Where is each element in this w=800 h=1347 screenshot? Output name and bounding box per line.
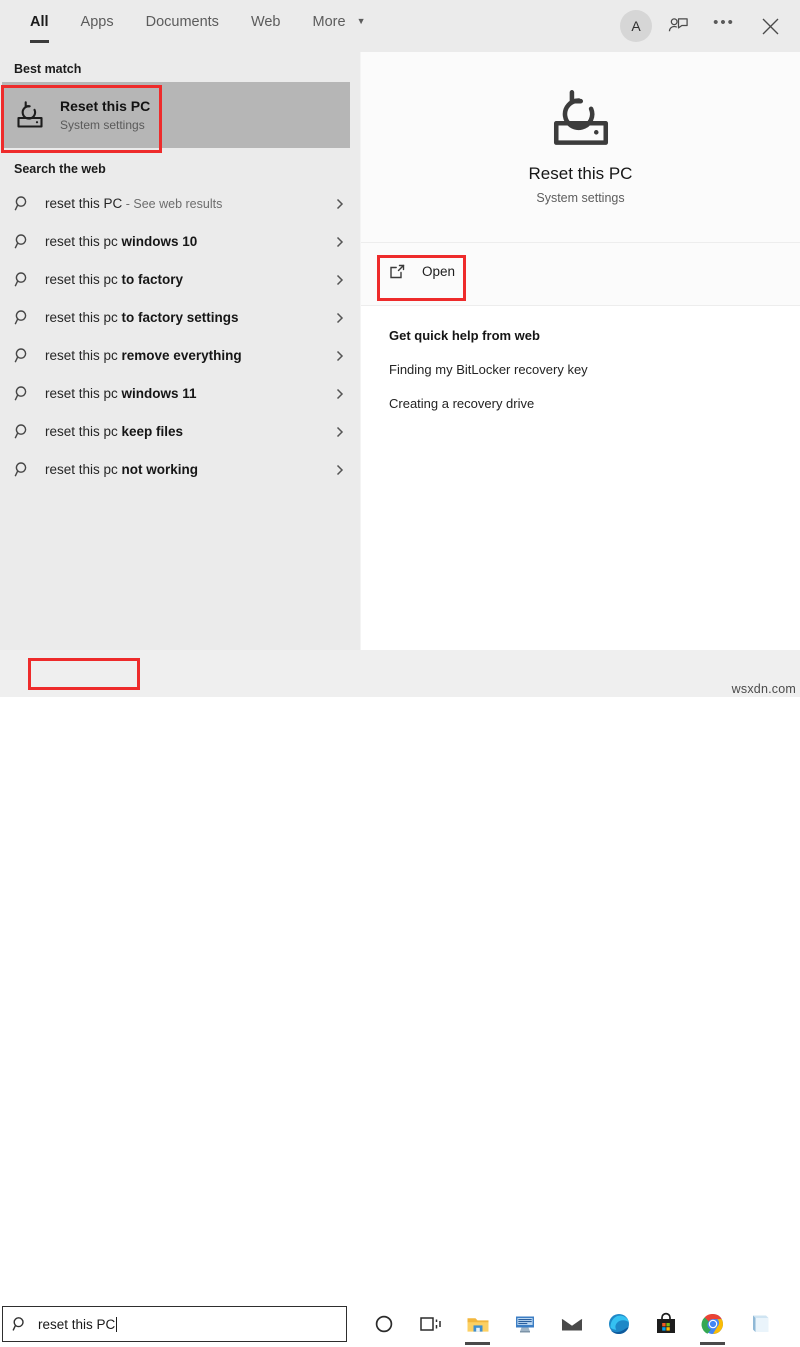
microsoft-store-icon[interactable]: [642, 1300, 689, 1347]
open-button-label: Open: [422, 264, 455, 279]
list-item[interactable]: reset this PC - See web results: [0, 184, 360, 222]
search-icon: [14, 271, 31, 288]
tab-apps[interactable]: Apps: [65, 0, 130, 30]
tab-all[interactable]: All: [14, 0, 65, 30]
file-explorer-icon[interactable]: [454, 1300, 501, 1347]
tab-all-label: All: [30, 14, 49, 30]
list-item[interactable]: reset this pc remove everything: [0, 336, 360, 374]
avatar-initial: A: [631, 18, 640, 34]
search-icon: [14, 385, 31, 402]
search-flyout: All Apps Documents Web More ▼ A: [0, 0, 800, 650]
list-item-label: reset this pc to factory settings: [45, 310, 326, 325]
tab-web-label: Web: [251, 14, 281, 30]
search-icon: [14, 195, 31, 212]
watermark: wsxdn.com: [732, 682, 796, 696]
search-tabs: All Apps Documents Web More ▼: [14, 0, 382, 52]
tab-documents-label: Documents: [146, 14, 219, 30]
search-header: All Apps Documents Web More ▼ A: [0, 0, 800, 52]
tab-web[interactable]: Web: [235, 0, 297, 30]
remote-desktop-icon[interactable]: [501, 1300, 548, 1347]
list-item-label: reset this pc remove everything: [45, 348, 326, 363]
search-icon: [14, 347, 31, 364]
preview-card: Reset this PC System settings: [361, 52, 800, 243]
windows-search-screen: All Apps Documents Web More ▼ A: [0, 0, 800, 697]
chevron-right-icon: [334, 273, 346, 285]
taskbar: reset this PC: [0, 650, 800, 697]
search-icon: [14, 233, 31, 250]
tab-apps-label: Apps: [81, 14, 114, 30]
chevron-right-icon: [334, 235, 346, 247]
chevron-right-icon: [334, 463, 346, 475]
best-match-heading: Best match: [0, 52, 360, 82]
list-item-label: reset this pc windows 10: [45, 234, 326, 249]
quick-help-title: Get quick help from web: [389, 328, 800, 343]
chevron-right-icon: [334, 197, 346, 209]
results-column: Best match Reset this PC System: [0, 52, 360, 650]
search-icon: [12, 1316, 28, 1332]
chevron-right-icon: [334, 349, 346, 361]
mail-icon[interactable]: [548, 1300, 595, 1347]
list-item[interactable]: reset this pc keep files: [0, 412, 360, 450]
text-cursor: [116, 1317, 117, 1332]
open-button[interactable]: Open: [377, 252, 467, 290]
feedback-person-icon[interactable]: [658, 6, 698, 46]
tab-more-label: More: [313, 14, 346, 30]
notebook-app-icon[interactable]: [736, 1300, 783, 1347]
close-icon[interactable]: [750, 6, 790, 46]
microsoft-edge-icon[interactable]: [595, 1300, 642, 1347]
taskbar-search-input[interactable]: reset this PC: [2, 1306, 347, 1342]
reset-pc-icon: [548, 89, 614, 149]
search-icon: [14, 461, 31, 478]
chevron-right-icon: [334, 425, 346, 437]
list-item-label: reset this pc not working: [45, 462, 326, 477]
quick-help-section: Get quick help from web Finding my BitLo…: [361, 306, 800, 411]
best-match-title: Reset this PC: [60, 97, 150, 115]
list-item[interactable]: reset this pc to factory: [0, 260, 360, 298]
list-item-label: reset this pc windows 11: [45, 386, 326, 401]
open-external-icon: [389, 263, 406, 280]
web-suggestions-list: reset this PC - See web results reset th…: [0, 184, 360, 488]
preview-actions: Open: [361, 243, 800, 306]
list-item-label: reset this PC - See web results: [45, 196, 326, 211]
chevron-right-icon: [334, 387, 346, 399]
list-item[interactable]: reset this pc windows 11: [0, 374, 360, 412]
list-item[interactable]: reset this pc not working: [0, 450, 360, 488]
list-item-label: reset this pc to factory: [45, 272, 326, 287]
best-match-row[interactable]: Reset this PC System settings: [0, 82, 360, 148]
search-icon: [14, 423, 31, 440]
taskbar-search-value: reset this PC: [38, 1317, 117, 1332]
avatar[interactable]: A: [620, 10, 652, 42]
ellipsis-icon[interactable]: •••: [704, 6, 744, 46]
chevron-down-icon: ▼: [357, 16, 366, 26]
list-item[interactable]: reset this pc windows 10: [0, 222, 360, 260]
header-actions: A •••: [620, 0, 790, 52]
search-web-heading: Search the web: [0, 148, 360, 182]
cortana-icon[interactable]: [360, 1300, 407, 1347]
quick-help-link[interactable]: Creating a recovery drive: [389, 396, 534, 411]
task-view-icon[interactable]: [407, 1300, 454, 1347]
tab-documents[interactable]: Documents: [130, 0, 235, 30]
reset-pc-icon: [14, 99, 46, 131]
preview-column: Reset this PC System settings Open: [361, 52, 800, 650]
taskbar-items: [360, 1300, 800, 1347]
best-match-subtitle: System settings: [60, 117, 150, 134]
chevron-right-icon: [334, 311, 346, 323]
list-item[interactable]: reset this pc to factory settings: [0, 298, 360, 336]
quick-help-link[interactable]: Finding my BitLocker recovery key: [389, 362, 588, 377]
preview-subtitle: System settings: [536, 191, 624, 205]
tab-more[interactable]: More ▼: [297, 0, 382, 30]
list-item-label: reset this pc keep files: [45, 424, 326, 439]
search-icon: [14, 309, 31, 326]
google-chrome-icon[interactable]: [689, 1300, 736, 1347]
preview-title: Reset this PC: [529, 163, 633, 185]
